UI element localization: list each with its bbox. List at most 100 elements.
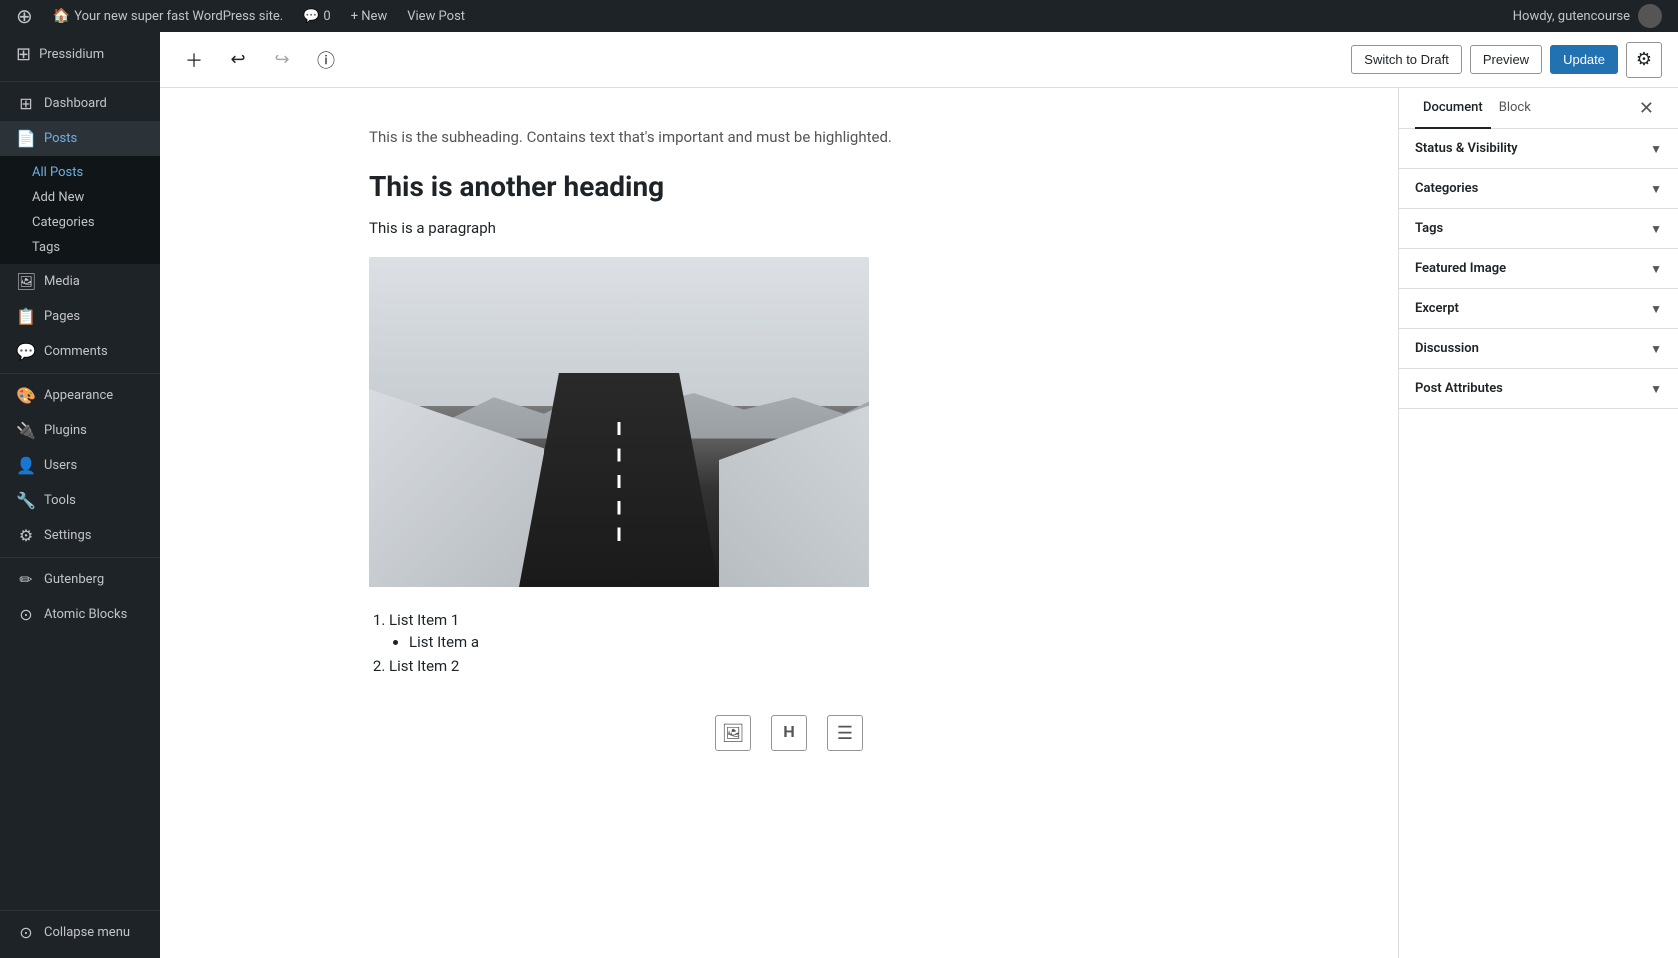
section-discussion-title: Discussion (1415, 341, 1479, 356)
comments-item[interactable]: 💬 0 (295, 0, 339, 32)
sidebar-item-dashboard[interactable]: ⊞ Dashboard (0, 86, 160, 121)
image-insert-icon: 🖼 (722, 723, 745, 744)
update-button[interactable]: Update (1550, 45, 1618, 74)
dashboard-label: Dashboard (44, 96, 107, 111)
section-status-visibility-header[interactable]: Status & Visibility ▼ (1399, 129, 1678, 168)
section-status-visibility-title: Status & Visibility (1415, 141, 1518, 156)
sidebar-divider-2 (0, 373, 160, 374)
sidebar-brand[interactable]: ⊞ Pressidium (0, 32, 160, 77)
redo-button[interactable]: ↪ (264, 42, 300, 78)
switch-draft-button[interactable]: Switch to Draft (1351, 45, 1462, 74)
list-item-1[interactable]: List Item 1 List Item a (389, 611, 1209, 651)
info-button[interactable]: ⓘ (308, 42, 344, 78)
posts-icon: 📄 (16, 129, 36, 148)
undo-button[interactable]: ↩ (220, 42, 256, 78)
comments-count: 0 (323, 9, 330, 24)
tab-document[interactable]: Document (1415, 88, 1491, 129)
insert-list-button[interactable]: ☰ (827, 715, 863, 751)
section-post-attributes-chevron: ▼ (1650, 382, 1662, 396)
list-item-2[interactable]: List Item 2 (389, 657, 1209, 675)
panel-tabs: Document Block ✕ (1399, 88, 1678, 129)
submenu-tags[interactable]: Tags (32, 235, 160, 260)
sidebar-item-tools[interactable]: 🔧 Tools (0, 483, 160, 518)
post-list-block[interactable]: List Item 1 List Item a List Item 2 (369, 611, 1209, 675)
collapse-label: Collapse menu (44, 925, 130, 940)
submenu-all-posts[interactable]: All Posts (32, 160, 160, 185)
section-post-attributes-header[interactable]: Post Attributes ▼ (1399, 369, 1678, 408)
sidebar-item-settings[interactable]: ⚙ Settings (0, 518, 160, 553)
sidebar-item-appearance[interactable]: 🎨 Appearance (0, 378, 160, 413)
post-image-block[interactable] (369, 257, 869, 587)
section-featured-image: Featured Image ▼ (1399, 249, 1678, 289)
section-discussion-header[interactable]: Discussion ▼ (1399, 329, 1678, 368)
insert-image-button[interactable]: 🖼 (715, 715, 751, 751)
list-item-2-text: List Item 2 (389, 657, 459, 675)
heading-insert-icon: H (783, 724, 795, 742)
view-post-label: View Post (407, 9, 465, 24)
post-content: This is the subheading. Contains text th… (369, 128, 1209, 771)
pages-icon: 📋 (16, 307, 36, 326)
wp-logo-item[interactable]: ⊕ (8, 0, 41, 32)
sidebar-item-comments[interactable]: 💬 Comments (0, 334, 160, 369)
content-area[interactable]: This is the subheading. Contains text th… (160, 88, 1398, 958)
list-item-1-text: List Item 1 (389, 611, 459, 629)
sidebar-divider-4 (0, 910, 160, 911)
section-featured-image-header[interactable]: Featured Image ▼ (1399, 249, 1678, 288)
panel-close-button[interactable]: ✕ (1631, 90, 1662, 127)
settings-panel-button[interactable]: ⚙ (1626, 42, 1662, 78)
sidebar-item-plugins[interactable]: 🔌 Plugins (0, 413, 160, 448)
sidebar-item-atomic-blocks[interactable]: ⊙ Atomic Blocks (0, 597, 160, 632)
redo-icon: ↪ (274, 49, 289, 70)
add-block-button[interactable]: ＋ (176, 42, 212, 78)
submenu-add-new[interactable]: Add New (32, 185, 160, 210)
road-line (618, 422, 621, 554)
settings-label: Settings (44, 528, 91, 543)
gutenberg-label: Gutenberg (44, 572, 104, 587)
panel-content: Status & Visibility ▼ Categories ▼ Tags (1399, 129, 1678, 958)
brand-icon: ⊞ (16, 44, 31, 65)
sidebar-item-users[interactable]: 👤 Users (0, 448, 160, 483)
users-icon: 👤 (16, 456, 36, 475)
section-tags-header[interactable]: Tags ▼ (1399, 209, 1678, 248)
preview-button[interactable]: Preview (1470, 45, 1542, 74)
undo-icon: ↩ (230, 49, 245, 70)
settings-icon: ⚙ (16, 526, 36, 545)
post-heading[interactable]: This is another heading (369, 170, 1209, 203)
section-excerpt-header[interactable]: Excerpt ▼ (1399, 289, 1678, 328)
preview-label: Preview (1483, 52, 1529, 67)
admin-bar: ⊕ 🏠 Your new super fast WordPress site. … (0, 0, 1678, 32)
sidebar-item-posts[interactable]: 📄 Posts (0, 121, 160, 156)
section-tags: Tags ▼ (1399, 209, 1678, 249)
insert-heading-button[interactable]: H (771, 715, 807, 751)
gutenberg-icon: ✏ (16, 570, 36, 589)
sidebar: ⊞ Pressidium ⊞ Dashboard 📄 Posts All Pos… (0, 32, 160, 958)
sidebar-item-pages[interactable]: 📋 Pages (0, 299, 160, 334)
post-paragraph[interactable]: This is a paragraph (369, 219, 1209, 237)
howdy-item[interactable]: Howdy, gutencourse (1505, 0, 1670, 32)
plugins-label: Plugins (44, 423, 87, 438)
view-post-item[interactable]: View Post (399, 0, 473, 32)
section-featured-image-chevron: ▼ (1650, 262, 1662, 276)
section-categories-header[interactable]: Categories ▼ (1399, 169, 1678, 208)
tab-block[interactable]: Block (1491, 88, 1539, 129)
sidebar-item-gutenberg[interactable]: ✏ Gutenberg (0, 562, 160, 597)
section-tags-chevron: ▼ (1650, 222, 1662, 236)
section-status-visibility-chevron: ▼ (1650, 142, 1662, 156)
list-sub-item-a[interactable]: List Item a (409, 633, 1209, 651)
site-name-item[interactable]: 🏠 Your new super fast WordPress site. (45, 0, 291, 32)
section-tags-title: Tags (1415, 221, 1443, 236)
section-discussion: Discussion ▼ (1399, 329, 1678, 369)
new-label: + New (351, 9, 388, 24)
sidebar-collapse-menu[interactable]: ⊙ Collapse menu (0, 915, 160, 950)
editor-toolbar: ＋ ↩ ↪ ⓘ Switch to Draft Preview Update (160, 32, 1678, 88)
road-image (369, 257, 869, 587)
sidebar-item-media[interactable]: 🖼 Media (0, 264, 160, 299)
wp-logo-icon: ⊕ (16, 4, 33, 28)
section-excerpt: Excerpt ▼ (1399, 289, 1678, 329)
section-discussion-chevron: ▼ (1650, 342, 1662, 356)
dashboard-icon: ⊞ (16, 94, 36, 113)
tools-icon: 🔧 (16, 491, 36, 510)
post-subheading[interactable]: This is the subheading. Contains text th… (369, 128, 1209, 146)
new-item[interactable]: + New (343, 0, 396, 32)
submenu-categories[interactable]: Categories (32, 210, 160, 235)
